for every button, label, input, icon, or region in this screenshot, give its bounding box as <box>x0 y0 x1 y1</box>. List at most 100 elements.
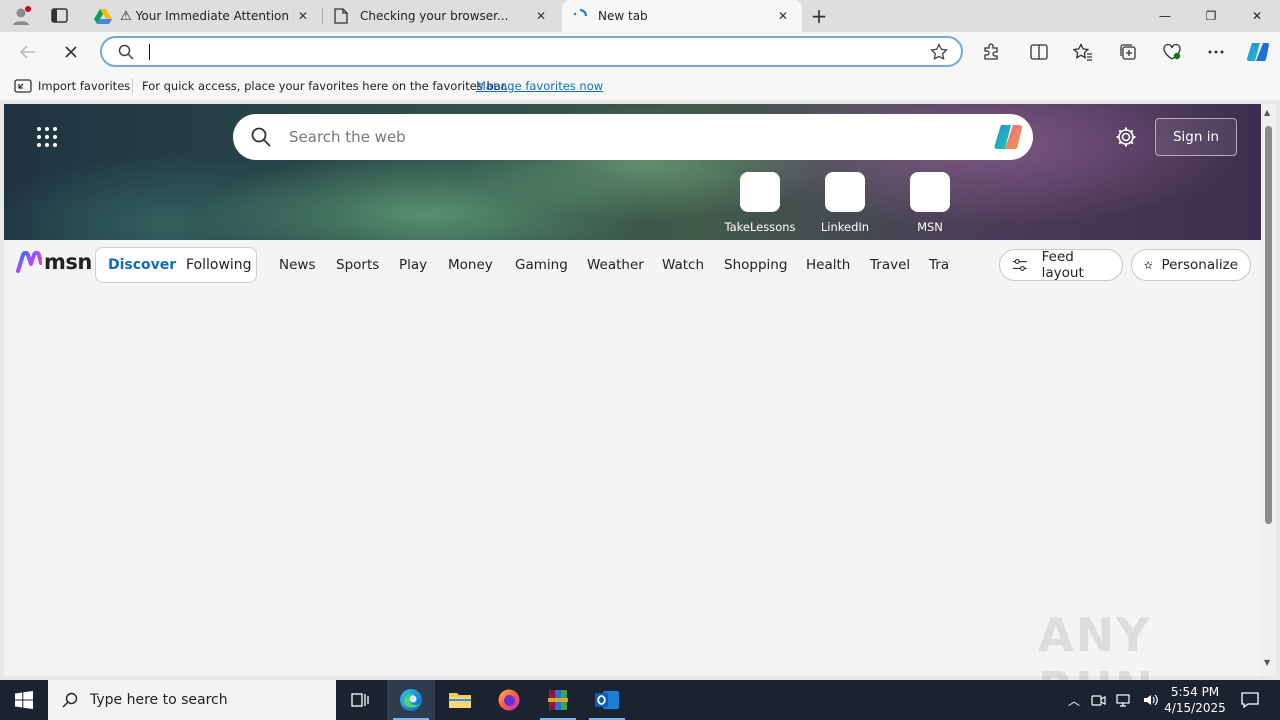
folder-icon <box>449 693 471 708</box>
web-search-box[interactable]: Search the web <box>233 114 1033 160</box>
quick-link-tile <box>825 172 865 212</box>
tab-discover[interactable]: Discover <box>108 257 176 273</box>
personalize-button[interactable]: Personalize <box>1131 249 1251 281</box>
nav-health[interactable]: Health <box>806 257 850 273</box>
taskbar-outlook[interactable] <box>583 680 631 720</box>
page-settings-gear-icon[interactable] <box>1115 126 1137 148</box>
taskbar-file-explorer[interactable] <box>436 680 484 720</box>
nav-play[interactable]: Play <box>399 257 427 273</box>
hero-banner: Search the web Sign in TakeLessons Linke… <box>4 104 1261 240</box>
minimize-icon: — <box>1159 9 1171 23</box>
extensions-button[interactable] <box>978 39 1004 65</box>
notification-icon <box>1241 692 1259 708</box>
system-tray: ︿ <box>1068 680 1160 720</box>
new-tab-page: Search the web Sign in TakeLessons Linke… <box>4 104 1261 676</box>
scroll-up-arrow-icon[interactable]: ▲ <box>1264 108 1270 117</box>
feed-layout-button[interactable]: Feed layout <box>999 249 1123 281</box>
task-view-button[interactable] <box>336 680 384 720</box>
quick-link-msn[interactable]: MSN <box>890 172 970 234</box>
favorites-bar: Import favorites For quick access, place… <box>0 72 1280 100</box>
manage-favorites-link[interactable]: Manage favorites now <box>476 79 603 93</box>
copilot-icon[interactable] <box>993 123 1023 151</box>
search-icon <box>251 127 271 147</box>
copilot-icon <box>1246 43 1269 62</box>
quick-link-tile <box>910 172 950 212</box>
stop-icon <box>65 46 77 58</box>
favorites-button[interactable] <box>1070 39 1096 65</box>
firefox-icon <box>498 689 520 711</box>
quick-link-linkedin[interactable]: LinkedIn <box>805 172 885 234</box>
tab-title: Your Immediate Attention Is Requ <box>135 9 294 23</box>
restore-button[interactable]: ❐ <box>1188 0 1234 32</box>
import-favorites-button[interactable]: Import favorites <box>14 78 130 94</box>
quick-link-takelessons[interactable]: TakeLessons <box>720 172 800 234</box>
settings-more-button[interactable] <box>1203 39 1229 65</box>
nav-watch[interactable]: Watch <box>662 257 704 273</box>
taskbar-edge[interactable] <box>387 680 435 720</box>
taskbar-search[interactable]: Type here to search <box>48 680 336 720</box>
back-arrow-icon <box>19 45 35 59</box>
quick-link-label: MSN <box>917 220 943 234</box>
edge-icon <box>400 689 422 711</box>
nav-travel[interactable]: Travel <box>870 257 910 273</box>
nav-traffic[interactable]: Traffic <box>929 257 950 273</box>
back-button[interactable] <box>15 39 41 65</box>
nav-weather[interactable]: Weather <box>587 257 644 273</box>
tab-strip: ⚠ Your Immediate Attention Is Requ ✕ Che… <box>0 0 1280 32</box>
close-tab-icon[interactable]: ✕ <box>532 7 550 25</box>
winrar-icon <box>548 690 568 710</box>
loading-spinner-icon <box>572 8 588 24</box>
nav-shopping[interactable]: Shopping <box>724 257 787 273</box>
close-tab-icon[interactable]: ✕ <box>774 7 792 25</box>
profile-avatar[interactable] <box>10 5 32 27</box>
split-screen-button[interactable] <box>1026 39 1052 65</box>
stop-loading-button[interactable] <box>58 39 84 65</box>
browser-toolbar <box>0 32 1280 72</box>
close-tab-icon[interactable]: ✕ <box>294 7 312 25</box>
tab-title: Checking your browser... <box>360 9 509 23</box>
close-window-button[interactable]: ✕ <box>1234 0 1280 32</box>
clock-time: 5:54 PM <box>1170 685 1220 699</box>
outlook-icon <box>595 691 619 709</box>
tab-following[interactable]: Following <box>186 257 252 273</box>
tab-actions-button[interactable] <box>50 7 70 25</box>
new-tab-button[interactable]: + <box>808 5 830 27</box>
taskbar-search-placeholder: Type here to search <box>90 692 228 708</box>
taskbar-firefox[interactable] <box>485 680 533 720</box>
nav-gaming[interactable]: Gaming <box>515 257 568 273</box>
import-icon <box>14 79 32 93</box>
volume-icon[interactable] <box>1142 692 1160 708</box>
tab-checking-browser[interactable]: Checking your browser... ✕ <box>324 0 560 32</box>
taskbar-clock[interactable]: 5:54 PM 4/15/2025 <box>1162 684 1228 716</box>
nav-money[interactable]: Money <box>448 257 493 273</box>
taskbar-winrar[interactable] <box>534 680 582 720</box>
msn-logo[interactable]: msn <box>16 250 92 274</box>
address-bar[interactable] <box>100 36 963 67</box>
scroll-thumb[interactable] <box>1265 126 1272 524</box>
tab-separator <box>322 8 323 24</box>
web-search-placeholder: Search the web <box>289 128 406 146</box>
restore-icon: ❐ <box>1205 9 1217 23</box>
meet-now-icon[interactable] <box>1090 692 1106 708</box>
split-screen-icon <box>1030 44 1048 60</box>
add-favorite-star-icon[interactable] <box>930 43 948 61</box>
nav-news[interactable]: News <box>279 257 315 273</box>
search-icon <box>118 44 134 60</box>
browser-essentials-button[interactable] <box>1159 39 1185 65</box>
msn-wordmark: msn <box>44 250 92 274</box>
nav-sports[interactable]: Sports <box>336 257 379 273</box>
copilot-button[interactable] <box>1245 39 1271 65</box>
more-dots-icon <box>1208 50 1224 54</box>
show-hidden-icons-chevron-icon[interactable]: ︿ <box>1068 692 1080 709</box>
minimize-button[interactable]: — <box>1142 0 1188 32</box>
start-button[interactable] <box>0 680 48 720</box>
collections-button[interactable] <box>1115 39 1141 65</box>
puzzle-icon <box>984 43 998 60</box>
apps-launcher-icon[interactable] <box>36 126 58 148</box>
notification-center-button[interactable] <box>1234 680 1266 720</box>
sign-in-button[interactable]: Sign in <box>1155 118 1237 156</box>
tab-new-tab[interactable]: New tab ✕ <box>562 0 802 32</box>
page-scrollbar[interactable]: ▲ ▼ <box>1261 104 1276 676</box>
network-icon[interactable] <box>1116 692 1132 708</box>
tab-warning[interactable]: ⚠ Your Immediate Attention Is Requ ✕ <box>84 0 322 32</box>
